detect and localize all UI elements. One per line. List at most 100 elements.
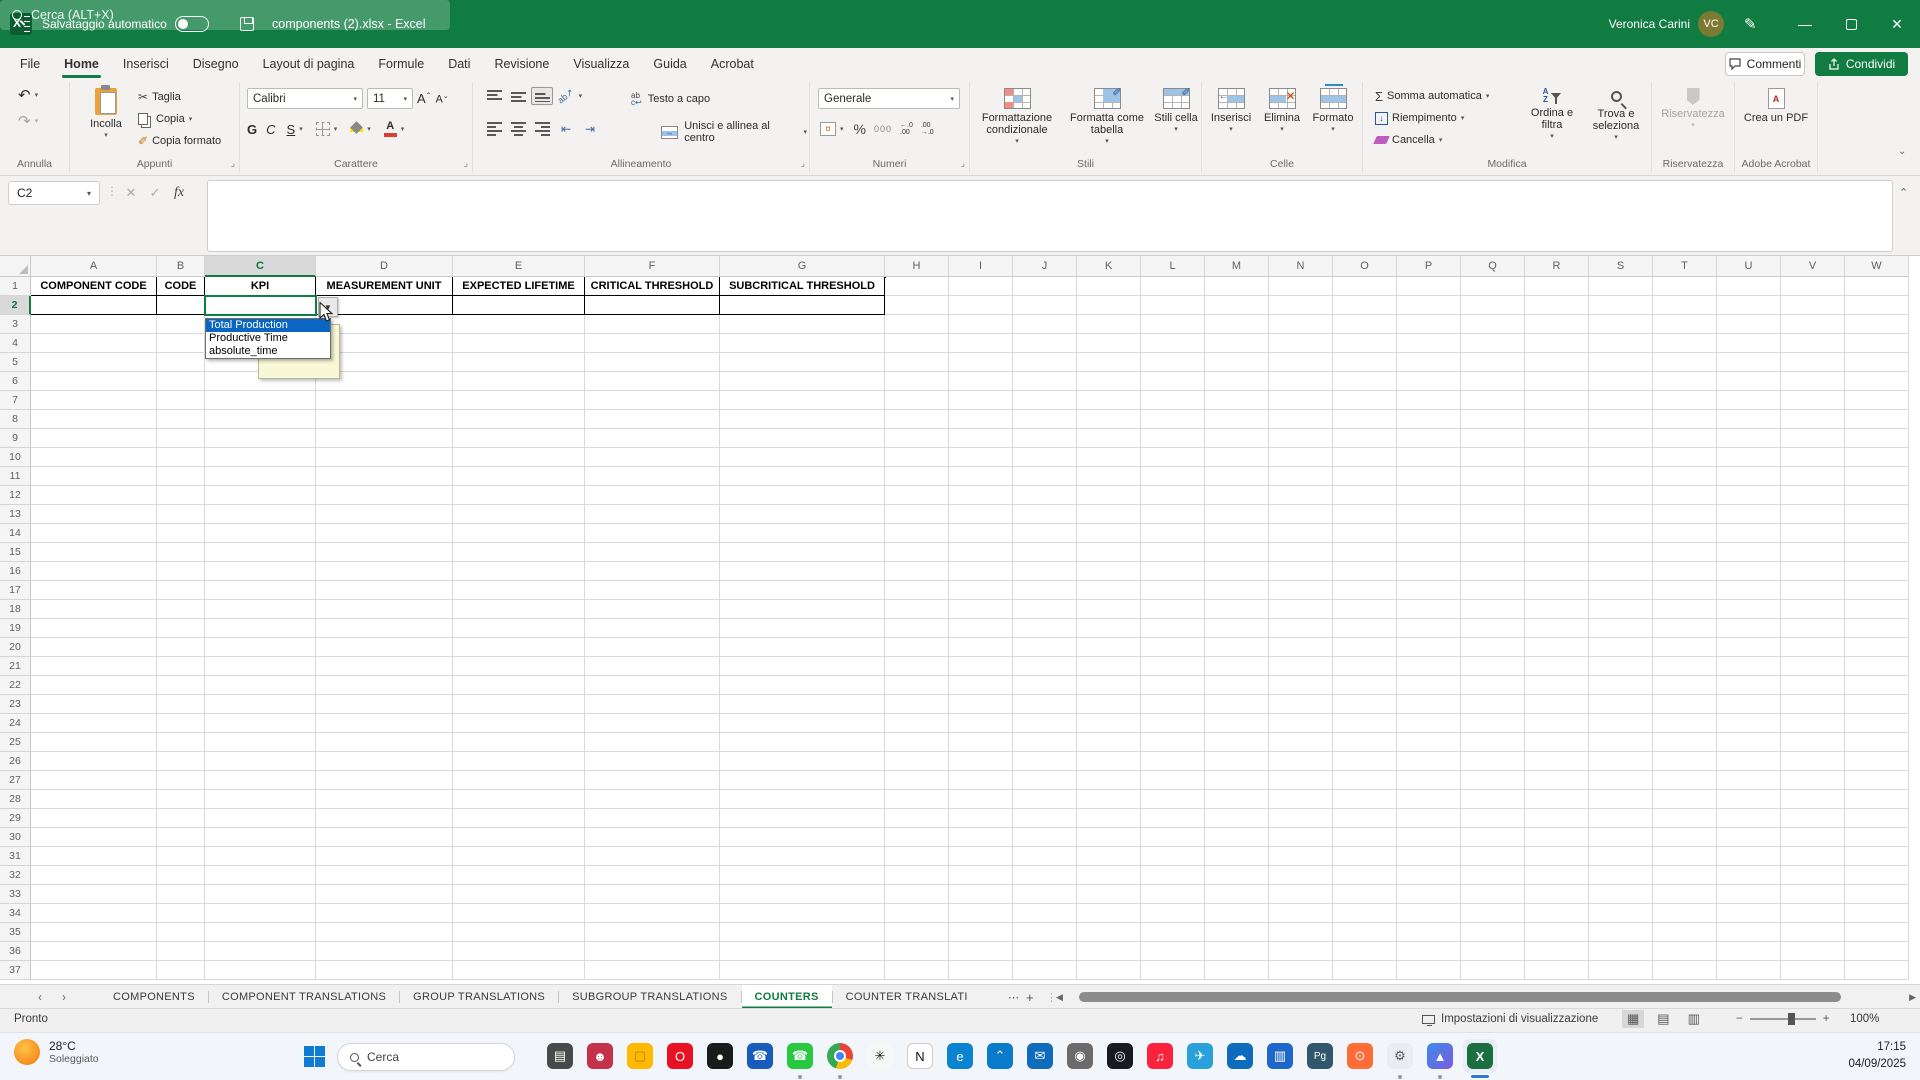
number-format-select[interactable]: Generale▾	[818, 88, 960, 109]
add-sheet-button[interactable]: +	[1026, 985, 1034, 1009]
next-sheet-icon[interactable]: ›	[62, 990, 66, 1004]
dropdown-option[interactable]: Total Production	[206, 319, 330, 332]
accounting-format-button[interactable]: ¤▾	[818, 120, 846, 138]
row-header-37[interactable]: 37	[0, 961, 31, 980]
cut-button[interactable]: ✂Taglia	[136, 88, 183, 106]
collapse-formula-bar-icon[interactable]: ⌃	[1899, 186, 1908, 199]
column-header-M[interactable]: M	[1205, 256, 1269, 277]
more-sheets-icon[interactable]: ⋯	[1008, 985, 1019, 1009]
delete-cells-button[interactable]: ✕ Elimina▾	[1258, 84, 1306, 136]
shrink-font-button[interactable]: A⌄	[436, 92, 449, 106]
menu-tab-dati[interactable]: Dati	[436, 48, 482, 80]
row-header-22[interactable]: 22	[0, 676, 31, 695]
horizontal-scrollbar[interactable]: ◀ ▶	[1056, 985, 1916, 1009]
row-header-26[interactable]: 26	[0, 752, 31, 771]
steam-icon[interactable]: ◎	[1107, 1043, 1133, 1069]
column-header-E[interactable]: E	[453, 256, 585, 277]
column-header-F[interactable]: F	[585, 256, 720, 277]
sort-filter-button[interactable]: AZ Ordina e filtra ▾	[1521, 84, 1583, 143]
align-top-button[interactable]	[483, 87, 505, 105]
underline-button[interactable]: S▾	[285, 120, 305, 138]
row-header-12[interactable]: 12	[0, 486, 31, 505]
insert-cells-button[interactable]: ← Inserisci▾	[1206, 84, 1256, 136]
align-middle-button[interactable]	[507, 87, 529, 105]
number-launcher-icon[interactable]: ⌟	[961, 158, 965, 169]
pen-mode-icon[interactable]: ✎	[1744, 0, 1757, 48]
align-right-button[interactable]	[531, 120, 553, 138]
select-all-corner[interactable]	[0, 256, 31, 277]
column-header-J[interactable]: J	[1013, 256, 1077, 277]
align-bottom-button[interactable]	[531, 87, 553, 105]
table-header-cell[interactable]: SUBCRITICAL THRESHOLD	[720, 277, 885, 296]
row-header-29[interactable]: 29	[0, 809, 31, 828]
font-color-button[interactable]: A▾	[382, 120, 407, 138]
outlook-icon[interactable]: ✉	[1027, 1043, 1053, 1069]
music-icon[interactable]: ♫	[1147, 1043, 1173, 1069]
collapse-ribbon-icon[interactable]: ⌄	[1898, 146, 1906, 157]
conditional-formatting-button[interactable]: Formattazione condizionale ▾	[972, 84, 1062, 148]
contact-icon[interactable]: ☻	[587, 1043, 613, 1069]
cell-styles-button[interactable]: ✐ Stili cella ▾	[1152, 84, 1200, 136]
formula-input[interactable]	[207, 180, 1893, 252]
row-header-16[interactable]: 16	[0, 562, 31, 581]
column-header-U[interactable]: U	[1717, 256, 1781, 277]
phone-icon[interactable]: ☎	[747, 1043, 773, 1069]
cell-area[interactable]: COMPONENT CODECODEKPIMEASUREMENT UNITEXP…	[31, 277, 1909, 984]
menu-tab-inserisci[interactable]: Inserisci	[111, 48, 181, 80]
table-cell-empty[interactable]	[31, 296, 157, 315]
sheet-tab-counters[interactable]: COUNTERS	[742, 985, 832, 1009]
row-header-18[interactable]: 18	[0, 600, 31, 619]
menu-tab-acrobat[interactable]: Acrobat	[699, 48, 766, 80]
format-as-table-button[interactable]: ✐ Formatta come tabella ▾	[1064, 84, 1150, 148]
borders-button[interactable]: ▾	[314, 120, 340, 138]
table-header-cell[interactable]: KPI	[205, 277, 316, 296]
whatsapp-icon[interactable]: ☎	[787, 1043, 813, 1069]
column-header-V[interactable]: V	[1781, 256, 1845, 277]
maximize-button[interactable]	[1828, 0, 1874, 48]
row-header-21[interactable]: 21	[0, 657, 31, 676]
column-header-A[interactable]: A	[31, 256, 157, 277]
page-layout-view-icon[interactable]: ▤	[1652, 1010, 1674, 1028]
menu-tab-guida[interactable]: Guida	[641, 48, 698, 80]
column-header-L[interactable]: L	[1141, 256, 1205, 277]
share-button[interactable]: Condividi	[1815, 52, 1908, 76]
fill-color-button[interactable]: ▾	[348, 120, 373, 138]
clear-button[interactable]: Cancella▾	[1373, 131, 1444, 149]
normal-view-icon[interactable]: ▦	[1622, 1010, 1644, 1028]
row-header-11[interactable]: 11	[0, 467, 31, 486]
percent-button[interactable]: %	[854, 121, 866, 137]
data-validation-dropdown[interactable]: Total ProductionProductive Timeabsolute_…	[205, 318, 331, 359]
redo-button[interactable]: ↷▾	[16, 112, 40, 130]
row-header-23[interactable]: 23	[0, 695, 31, 714]
scroll-right-icon[interactable]: ▶	[1909, 992, 1916, 1003]
page-break-view-icon[interactable]: ▥	[1683, 1010, 1705, 1028]
sheet-tab-counter-translati[interactable]: COUNTER TRANSLATI	[833, 985, 981, 1009]
merge-center-button[interactable]: ↔ Unisci e allinea al centro▾	[659, 123, 809, 141]
sheet-tab-group-translations[interactable]: GROUP TRANSLATIONS	[400, 985, 558, 1009]
row-header-32[interactable]: 32	[0, 866, 31, 885]
dropdown-option[interactable]: Productive Time	[206, 332, 330, 345]
zoom-level[interactable]: 100%	[1850, 1013, 1879, 1025]
zoom-slider[interactable]	[1750, 1018, 1816, 1020]
table-cell-empty[interactable]	[585, 296, 720, 315]
insert-function-icon[interactable]: fx	[168, 181, 190, 205]
column-header-O[interactable]: O	[1333, 256, 1397, 277]
table-header-cell[interactable]: COMPONENT CODE	[31, 277, 157, 296]
toggle-off-icon[interactable]	[175, 16, 209, 32]
format-cells-button[interactable]: Formato▾	[1308, 84, 1358, 136]
row-header-28[interactable]: 28	[0, 790, 31, 809]
row-header-35[interactable]: 35	[0, 923, 31, 942]
chrome-icon[interactable]	[827, 1043, 853, 1069]
column-header-R[interactable]: R	[1525, 256, 1589, 277]
scrollbar-thumb[interactable]	[1079, 992, 1841, 1002]
column-header-G[interactable]: G	[720, 256, 885, 277]
format-painter-button[interactable]: ✐Copia formato	[136, 132, 223, 150]
start-button[interactable]	[304, 1046, 325, 1067]
column-header-C[interactable]: C	[205, 256, 316, 277]
wrap-text-button[interactable]: abc↩ Testo a capo	[629, 90, 712, 108]
weather-widget[interactable]: 28°CSoleggiato	[14, 1039, 99, 1065]
row-header-5[interactable]: 5	[0, 353, 31, 372]
table-header-cell[interactable]: MEASUREMENT UNIT	[316, 277, 453, 296]
autosave-toggle[interactable]: Salvataggio automatico	[42, 0, 209, 48]
table-cell-empty[interactable]	[453, 296, 585, 315]
